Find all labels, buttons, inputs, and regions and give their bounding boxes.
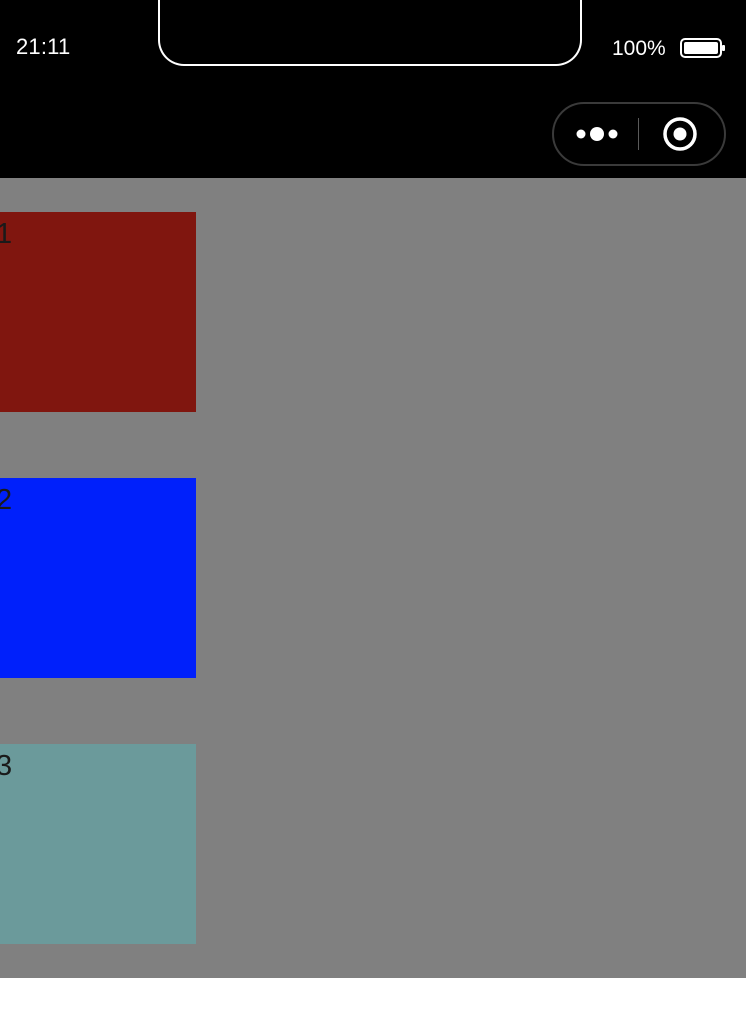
color-block-2: 2	[0, 478, 196, 678]
block-label-1: 1	[0, 218, 13, 250]
block-label-3: 3	[0, 750, 13, 782]
color-block-3: 3	[0, 744, 196, 944]
target-circle-icon[interactable]	[662, 116, 698, 152]
bottom-blank-area	[0, 978, 746, 1026]
display-notch	[158, 0, 582, 66]
battery-percent: 100%	[612, 37, 666, 60]
screen-edge	[746, 0, 752, 1026]
capsule-divider	[638, 118, 639, 150]
battery-icon	[680, 38, 725, 58]
page-content: 1 2 3	[0, 178, 746, 978]
status-time: 21:11	[16, 34, 71, 59]
color-block-1: 1	[0, 212, 196, 412]
status-bar: 21:11 100%	[0, 0, 746, 178]
block-label-2: 2	[0, 484, 13, 516]
more-dots-icon[interactable]	[572, 118, 622, 150]
mini-program-capsule	[552, 102, 726, 166]
